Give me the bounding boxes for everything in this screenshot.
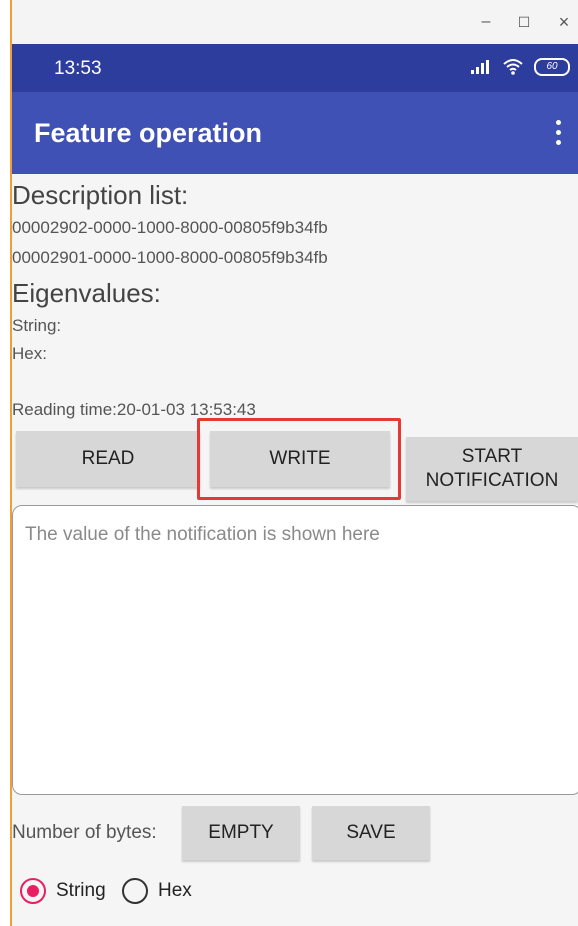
wifi-icon — [503, 59, 523, 75]
start-notification-button[interactable]: START NOTIFICATION — [406, 437, 578, 501]
write-highlight-box — [197, 418, 401, 500]
read-button[interactable]: READ — [16, 431, 200, 487]
notification-placeholder: The value of the notification is shown h… — [25, 524, 380, 545]
notification-textarea[interactable]: The value of the notification is shown h… — [12, 505, 578, 795]
description-heading: Description list: — [12, 180, 189, 210]
description-item: 00002901-0000-1000-8000-00805f9b34fb — [12, 248, 328, 267]
hex-value-label: Hex: — [12, 344, 47, 363]
status-bar: 13:53 60 — [12, 44, 578, 92]
page-title: Feature operation — [34, 118, 263, 148]
reading-time: Reading time:20-01-03 13:53:43 — [12, 400, 256, 419]
app-bar: Feature operation — [12, 92, 578, 174]
radio-hex-label[interactable]: Hex — [158, 880, 192, 902]
window-titlebar: – ☐ × — [12, 0, 578, 44]
more-vert-icon[interactable] — [556, 120, 562, 146]
bytes-label: Number of bytes: — [12, 822, 157, 843]
save-button[interactable]: SAVE — [312, 806, 430, 860]
status-icons: 60 — [470, 58, 570, 76]
minimize-button[interactable]: – — [478, 14, 494, 30]
radio-string-label[interactable]: String — [56, 880, 106, 902]
maximize-button[interactable]: ☐ — [516, 14, 532, 30]
radio-string[interactable] — [20, 878, 46, 904]
empty-button[interactable]: EMPTY — [182, 806, 300, 860]
close-button[interactable]: × — [556, 13, 572, 31]
description-item: 00002902-0000-1000-8000-00805f9b34fb — [12, 218, 328, 237]
battery-icon: 60 — [534, 58, 570, 76]
string-value-label: String: — [12, 316, 62, 335]
eigenvalues-heading: Eigenvalues: — [12, 278, 161, 308]
signal-icon — [471, 60, 489, 74]
status-time: 13:53 — [54, 58, 102, 79]
app-window: – ☐ × 13:53 60 Feature operation Descrip… — [10, 0, 578, 926]
radio-hex[interactable] — [122, 878, 148, 904]
